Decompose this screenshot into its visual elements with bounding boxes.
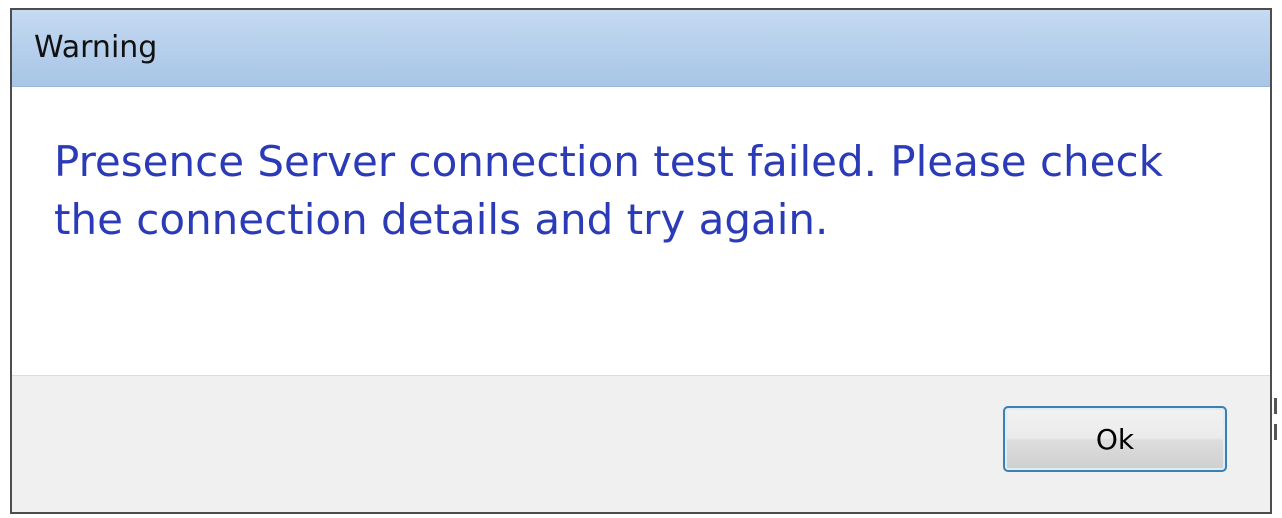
background-window-edge xyxy=(1274,398,1282,458)
dialog-message: Presence Server connection test failed. … xyxy=(54,137,1163,244)
ok-button[interactable]: Ok xyxy=(1003,406,1227,472)
dialog-title-bar[interactable]: Warning xyxy=(12,10,1270,87)
dialog-content: Presence Server connection test failed. … xyxy=(12,87,1270,375)
dialog-footer: Ok xyxy=(12,375,1270,512)
warning-dialog: Warning Presence Server connection test … xyxy=(10,8,1272,514)
dialog-title: Warning xyxy=(34,30,158,65)
